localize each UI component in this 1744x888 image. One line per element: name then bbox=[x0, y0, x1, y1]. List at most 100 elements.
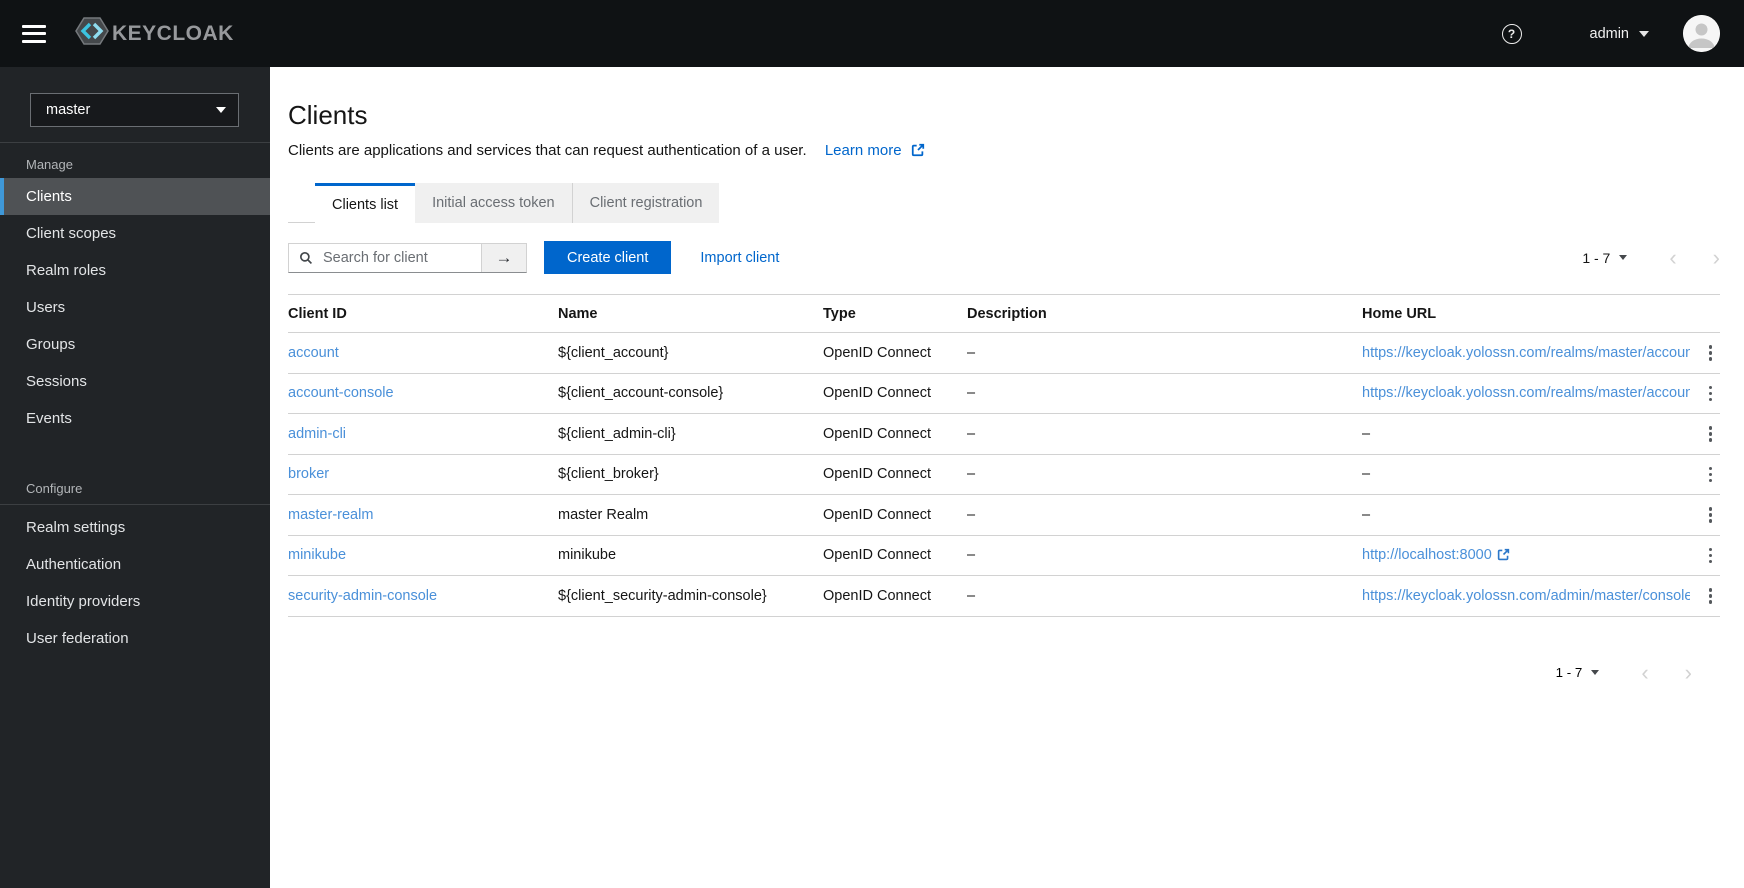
home-url-link[interactable]: http://localhost:8000 bbox=[1362, 547, 1510, 563]
masthead: KEYCLOAK ? admin bbox=[0, 0, 1744, 67]
sidebar: master Manage Clients Client scopes Real… bbox=[0, 67, 270, 888]
import-client-link[interactable]: Import client bbox=[700, 250, 779, 266]
client-type: OpenID Connect bbox=[823, 454, 967, 495]
nav-group-configure: Configure Realm settings Authentication … bbox=[0, 467, 270, 657]
sidebar-item-identity-providers[interactable]: Identity providers bbox=[0, 583, 270, 620]
kebab-menu-icon[interactable] bbox=[1703, 463, 1719, 487]
pagination-bottom: 1 - 7 ‹ › bbox=[288, 661, 1692, 683]
sidebar-item-client-scopes[interactable]: Client scopes bbox=[0, 215, 270, 252]
realm-selector-value: master bbox=[46, 102, 91, 118]
kebab-menu-icon[interactable] bbox=[1703, 422, 1719, 446]
pagination-prev-button[interactable]: ‹ bbox=[1669, 246, 1676, 268]
learn-more-link[interactable]: Learn more bbox=[825, 142, 925, 159]
sidebar-item-sessions[interactable]: Sessions bbox=[0, 363, 270, 400]
home-url-link[interactable]: https://keycloak.yolossn.com/admin/maste… bbox=[1362, 588, 1690, 604]
nav-group-label: Manage bbox=[26, 157, 73, 172]
kebab-menu-icon[interactable] bbox=[1703, 544, 1719, 568]
create-client-button[interactable]: Create client bbox=[544, 241, 672, 274]
client-description: – bbox=[967, 575, 1362, 617]
pagination-next-button[interactable]: › bbox=[1685, 661, 1692, 683]
client-name: master Realm bbox=[558, 494, 823, 536]
chevron-down-icon bbox=[1591, 670, 1600, 675]
keycloak-hexagon-icon bbox=[74, 15, 110, 52]
sidebar-item-realm-settings[interactable]: Realm settings bbox=[0, 509, 270, 546]
kebab-menu-icon[interactable] bbox=[1703, 503, 1719, 527]
search-input[interactable] bbox=[321, 248, 473, 267]
client-description: – bbox=[967, 373, 1362, 414]
client-id-link[interactable]: account-console bbox=[288, 385, 394, 401]
toolbar: → Create client Import client 1 - 7 ‹ › bbox=[288, 241, 1720, 274]
client-type: OpenID Connect bbox=[823, 332, 967, 374]
home-url-link[interactable]: https://keycloak.yolossn.com/realms/mast… bbox=[1362, 385, 1690, 401]
client-type: OpenID Connect bbox=[823, 494, 967, 536]
hamburger-menu-icon[interactable] bbox=[22, 24, 46, 43]
page-title: Clients bbox=[288, 100, 368, 130]
client-description: – bbox=[967, 332, 1362, 374]
kebab-menu-icon[interactable] bbox=[1703, 584, 1719, 608]
client-description: – bbox=[967, 454, 1362, 495]
chevron-down-icon bbox=[1619, 255, 1628, 260]
sidebar-item-realm-roles[interactable]: Realm roles bbox=[0, 252, 270, 289]
table-row: broker ${client_broker} OpenID Connect –… bbox=[288, 454, 1720, 495]
pagination-range-dropdown[interactable]: 1 - 7 bbox=[1556, 665, 1600, 680]
client-name: ${client_account} bbox=[558, 332, 823, 374]
tab-lead-spacer bbox=[288, 183, 315, 223]
tab-clients-list[interactable]: Clients list bbox=[315, 183, 416, 223]
sidebar-item-authentication[interactable]: Authentication bbox=[0, 546, 270, 583]
kebab-menu-icon[interactable] bbox=[1703, 341, 1719, 365]
column-header-name: Name bbox=[558, 295, 823, 333]
sidebar-item-clients[interactable]: Clients bbox=[0, 178, 270, 215]
user-menu-dropdown[interactable]: admin bbox=[1584, 25, 1656, 43]
client-id-link[interactable]: admin-cli bbox=[288, 426, 346, 442]
main-content: Clients Clients are applications and ser… bbox=[270, 67, 1744, 888]
username-label: admin bbox=[1589, 25, 1630, 42]
table-row: minikube minikube OpenID Connect – http:… bbox=[288, 535, 1720, 576]
column-header-home-url: Home URL bbox=[1362, 295, 1690, 333]
client-description: – bbox=[967, 413, 1362, 455]
sidebar-item-events[interactable]: Events bbox=[0, 400, 270, 437]
brand-text: KEYCLOAK bbox=[112, 21, 234, 45]
chevron-down-icon bbox=[216, 107, 226, 113]
home-url-empty: – bbox=[1362, 413, 1690, 455]
tab-initial-access-token[interactable]: Initial access token bbox=[415, 183, 572, 223]
tab-client-registration[interactable]: Client registration bbox=[571, 183, 720, 223]
client-type: OpenID Connect bbox=[823, 413, 967, 455]
client-description: – bbox=[967, 535, 1362, 576]
avatar[interactable] bbox=[1683, 15, 1720, 52]
client-id-link[interactable]: broker bbox=[288, 466, 329, 482]
column-header-description: Description bbox=[967, 295, 1362, 333]
realm-selector[interactable]: master bbox=[30, 93, 239, 127]
tab-bar: Clients list Initial access token Client… bbox=[288, 183, 1720, 223]
client-type: OpenID Connect bbox=[823, 575, 967, 617]
column-header-client-id: Client ID bbox=[288, 295, 558, 333]
pagination-top: 1 - 7 ‹ › bbox=[1582, 246, 1720, 268]
client-name: ${client_broker} bbox=[558, 454, 823, 495]
external-link-icon bbox=[1497, 549, 1509, 561]
pagination-range-dropdown[interactable]: 1 - 7 bbox=[1582, 249, 1628, 266]
client-name: ${client_admin-cli} bbox=[558, 413, 823, 455]
pagination-prev-button[interactable]: ‹ bbox=[1641, 661, 1648, 683]
page-description: Clients are applications and services th… bbox=[288, 142, 1720, 159]
client-name: minikube bbox=[558, 535, 823, 576]
column-header-type: Type bbox=[823, 295, 967, 333]
client-id-link[interactable]: security-admin-console bbox=[288, 588, 437, 604]
kebab-menu-icon[interactable] bbox=[1703, 382, 1719, 406]
client-type: OpenID Connect bbox=[823, 535, 967, 576]
client-id-link[interactable]: master-realm bbox=[288, 507, 373, 523]
search-submit-button[interactable]: → bbox=[481, 243, 526, 272]
table-header-row: Client ID Name Type Description Home URL bbox=[288, 295, 1720, 333]
sidebar-item-groups[interactable]: Groups bbox=[0, 326, 270, 363]
client-id-link[interactable]: account bbox=[288, 345, 339, 361]
table-row: admin-cli ${client_admin-cli} OpenID Con… bbox=[288, 413, 1720, 455]
pagination-next-button[interactable]: › bbox=[1713, 246, 1720, 268]
client-id-link[interactable]: minikube bbox=[288, 547, 346, 563]
home-url-empty: – bbox=[1362, 494, 1690, 536]
nav-group-manage: Manage Clients Client scopes Realm roles… bbox=[0, 143, 270, 437]
sidebar-item-users[interactable]: Users bbox=[0, 289, 270, 326]
sidebar-item-user-federation[interactable]: User federation bbox=[0, 620, 270, 657]
table-row: account ${client_account} OpenID Connect… bbox=[288, 332, 1720, 374]
pagination-range: 1 - 7 bbox=[1582, 249, 1611, 266]
help-icon[interactable]: ? bbox=[1501, 23, 1522, 44]
client-name: ${client_security-admin-console} bbox=[558, 575, 823, 617]
home-url-link[interactable]: https://keycloak.yolossn.com/realms/mast… bbox=[1362, 345, 1690, 361]
